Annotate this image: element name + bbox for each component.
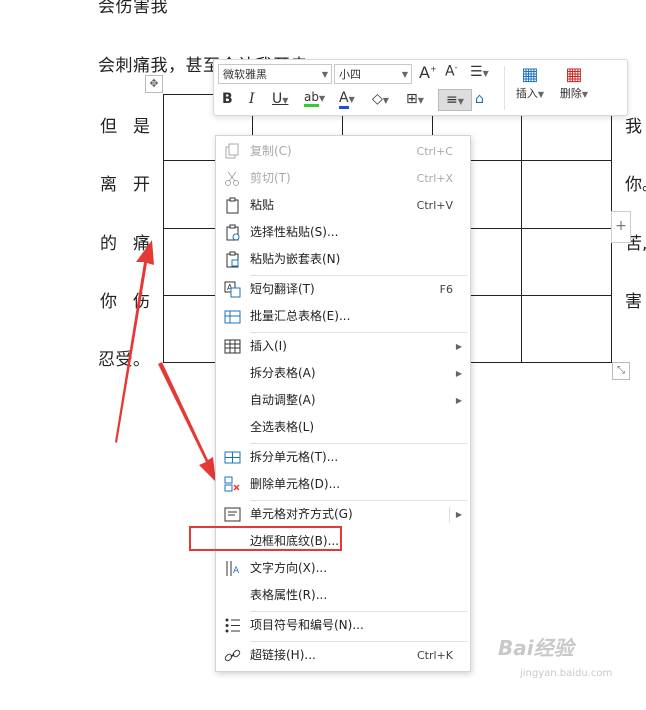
italic-button[interactable]: I bbox=[249, 91, 255, 107]
menu-label: 自动调整(A) bbox=[250, 393, 316, 407]
bullet-list-icon bbox=[225, 618, 240, 633]
summary-table-icon bbox=[224, 310, 241, 324]
insert-label: 插入 bbox=[515, 87, 538, 100]
submenu-divider bbox=[449, 507, 450, 522]
menu-label: 拆分单元格(T)... bbox=[250, 450, 339, 464]
scissors-icon bbox=[225, 171, 239, 186]
menu-label: 短句翻译(T) bbox=[250, 282, 315, 296]
menu-item-select-table[interactable]: 全选表格(L) bbox=[216, 414, 470, 441]
grow-font-button[interactable]: A+ bbox=[419, 63, 437, 82]
shrink-font-button[interactable]: A- bbox=[445, 63, 457, 80]
shading-button[interactable]: ◇▼ bbox=[372, 91, 389, 107]
text-direction-icon: A bbox=[226, 561, 240, 576]
insert-button[interactable]: ▦ 插入▼ bbox=[510, 64, 550, 101]
font-name-value: 微软雅黑 bbox=[223, 68, 267, 81]
menu-item-cell-alignment[interactable]: 单元格对齐方式(G) ▶ bbox=[216, 501, 470, 528]
chevron-down-icon: ▼ bbox=[321, 70, 328, 79]
annotation-highlight-box bbox=[189, 526, 342, 551]
menu-label: 粘贴为嵌套表(N) bbox=[250, 252, 341, 266]
menu-label: 拆分表格(A) bbox=[250, 366, 316, 380]
menu-item-table-properties[interactable]: 表格属性(R)... bbox=[216, 582, 470, 609]
chevron-right-icon: ▶ bbox=[455, 369, 462, 378]
font-color-button[interactable]: A▼ bbox=[339, 90, 355, 109]
menu-label: 选择性粘贴(S)... bbox=[250, 225, 339, 239]
font-size-select[interactable]: 小四 ▼ bbox=[334, 64, 412, 84]
table-insert-icon bbox=[224, 339, 241, 354]
delete-cells-icon bbox=[224, 476, 240, 492]
menu-item-delete-cells[interactable]: 删除单元格(D)... bbox=[216, 471, 470, 498]
menu-label: 表格属性(R)... bbox=[250, 588, 328, 602]
menu-item-paste-special[interactable]: 选择性粘贴(S)... bbox=[216, 219, 470, 246]
arrow-down bbox=[158, 362, 216, 482]
line-spacing-button[interactable]: ☰▼ bbox=[470, 64, 489, 80]
menu-item-paste-nested[interactable]: 粘贴为嵌套表(N) bbox=[216, 246, 470, 273]
menu-item-paste[interactable]: 粘贴 Ctrl+V bbox=[216, 192, 470, 219]
split-cells-icon bbox=[224, 451, 241, 464]
watermark-logo: Bai经验 bbox=[498, 636, 574, 660]
menu-label: 粘贴 bbox=[250, 198, 275, 212]
menu-item-text-direction[interactable]: A 文字方向(X)... bbox=[216, 555, 470, 582]
menu-shortcut: Ctrl+C bbox=[416, 145, 453, 158]
chevron-down-icon: ▼ bbox=[401, 70, 408, 79]
menu-label: 复制(C) bbox=[250, 144, 292, 158]
menu-item-translate[interactable]: A 短句翻译(T) F6 bbox=[216, 276, 470, 303]
menu-item-hyperlink[interactable]: 超链接(H)... Ctrl+K bbox=[216, 642, 470, 669]
chevron-right-icon: ▶ bbox=[455, 510, 462, 519]
table-insert-icon: ▦ bbox=[521, 64, 539, 85]
chevron-right-icon: ▶ bbox=[455, 342, 462, 351]
menu-item-insert[interactable]: 插入(I) ▶ bbox=[216, 333, 470, 360]
delete-button[interactable]: ▦ 删除▼ bbox=[554, 64, 594, 101]
translate-icon: A bbox=[224, 281, 241, 298]
svg-text:A: A bbox=[233, 566, 240, 576]
menu-label: 超链接(H)... bbox=[250, 648, 316, 662]
menu-item-cut[interactable]: 剪切(T) Ctrl+X bbox=[216, 165, 470, 192]
menu-label: 删除单元格(D)... bbox=[250, 477, 341, 491]
context-menu: 复制(C) Ctrl+C 剪切(T) Ctrl+X 粘贴 Ctrl+V 选择性粘… bbox=[215, 135, 471, 672]
paste-icon bbox=[226, 197, 239, 214]
paste-nested-icon bbox=[226, 251, 239, 268]
menu-item-bullets[interactable]: 项目符号和编号(N)... bbox=[216, 612, 470, 639]
borders-button[interactable]: ⊞▼ bbox=[406, 91, 424, 107]
menu-shortcut: Ctrl+X bbox=[416, 172, 453, 185]
menu-label: 文字方向(X)... bbox=[250, 561, 328, 575]
paste-special-icon bbox=[226, 224, 240, 241]
menu-label: 项目符号和编号(N)... bbox=[250, 618, 364, 632]
menu-item-auto-fit[interactable]: 自动调整(A) ▶ bbox=[216, 387, 470, 414]
menu-item-split-cells[interactable]: 拆分单元格(T)... bbox=[216, 444, 470, 471]
font-name-select[interactable]: 微软雅黑 ▼ bbox=[218, 64, 332, 84]
table-delete-icon: ▦ bbox=[565, 64, 583, 85]
eraser-button[interactable]: ⌂ bbox=[475, 91, 484, 107]
menu-label: 剪切(T) bbox=[250, 171, 291, 185]
mini-toolbar: 微软雅黑 ▼ 小四 ▼ A+ A- ☰▼ B I U▼ ab▼ A▼ ◇▼ ⊞▼… bbox=[213, 59, 628, 116]
watermark-url: jingyan.baidu.com bbox=[520, 668, 613, 679]
menu-label: 全选表格(L) bbox=[250, 420, 315, 434]
bold-button[interactable]: B bbox=[222, 91, 233, 107]
chevron-right-icon: ▶ bbox=[455, 396, 462, 405]
menu-item-copy[interactable]: 复制(C) Ctrl+C bbox=[216, 138, 470, 165]
align-button[interactable]: ≡▼ bbox=[438, 89, 472, 111]
font-size-value: 小四 bbox=[339, 68, 361, 81]
delete-label: 删除 bbox=[559, 87, 582, 100]
menu-label: 插入(I) bbox=[250, 339, 287, 353]
arrow-up bbox=[115, 240, 154, 443]
underline-button[interactable]: U▼ bbox=[272, 91, 288, 107]
toolbar-divider bbox=[504, 66, 505, 110]
copy-icon bbox=[225, 143, 239, 159]
menu-shortcut: Ctrl+K bbox=[416, 649, 453, 662]
menu-label: 批量汇总表格(E)... bbox=[250, 309, 351, 323]
menu-shortcut: Ctrl+V bbox=[416, 199, 453, 212]
menu-label: 单元格对齐方式(G) bbox=[250, 507, 353, 521]
highlight-button[interactable]: ab▼ bbox=[304, 90, 325, 107]
menu-item-batch-summary[interactable]: 批量汇总表格(E)... bbox=[216, 303, 470, 330]
link-icon bbox=[224, 649, 241, 662]
menu-item-split-table[interactable]: 拆分表格(A) ▶ bbox=[216, 360, 470, 387]
cell-align-icon bbox=[224, 507, 241, 522]
menu-shortcut: F6 bbox=[439, 283, 453, 296]
